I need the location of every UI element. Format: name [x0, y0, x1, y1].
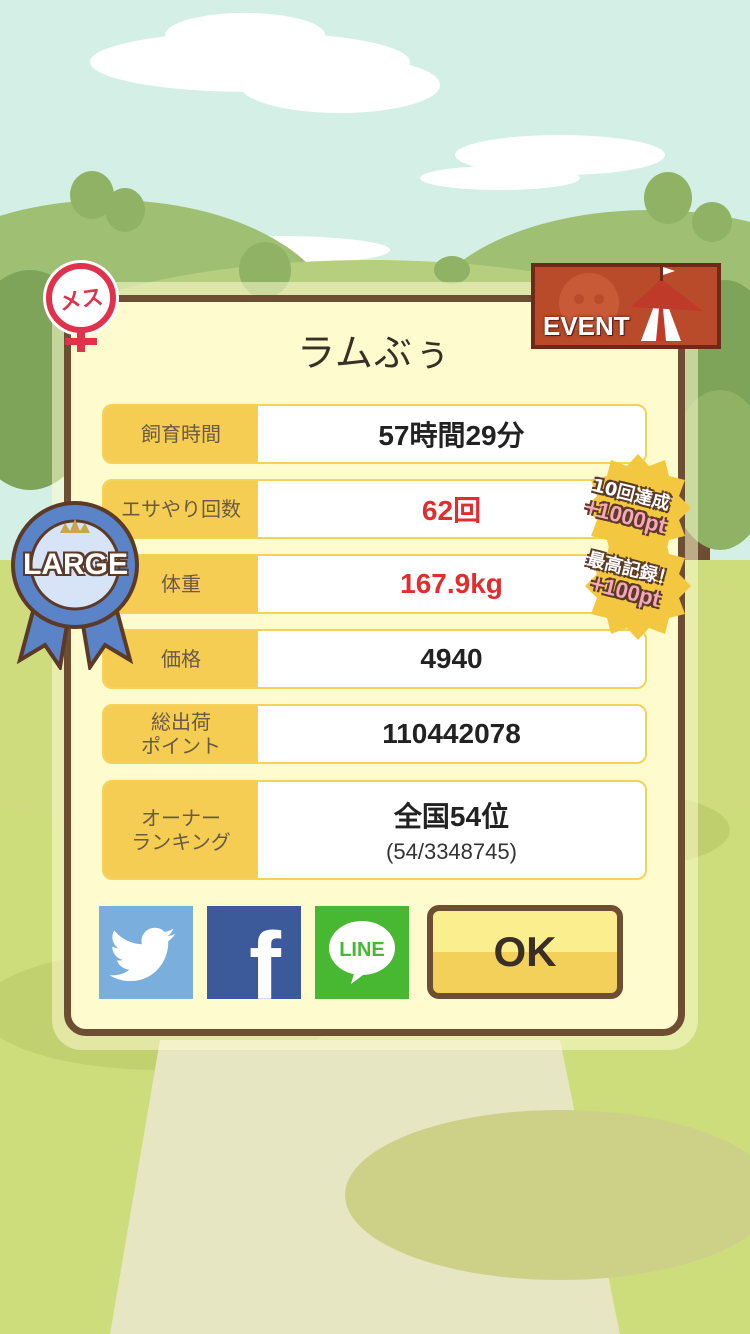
stat-label: 飼育時間	[104, 406, 258, 462]
stat-row-owner-ranking: オーナー ランキング 全国54位 (54/3348745)	[102, 780, 647, 880]
stat-row-total-shipping-points: 総出荷 ポイント 110442078	[102, 704, 647, 764]
ranking-value: 全国54位	[393, 801, 510, 832]
large-ribbon-icon	[11, 501, 139, 670]
stat-row-price: 価格 4940	[102, 629, 647, 689]
size-label: LARGE	[23, 548, 128, 581]
breeding-time-value: 57時間29分	[378, 420, 525, 451]
price-value: 4940	[420, 643, 483, 674]
facebook-share-button[interactable]: f	[207, 906, 301, 999]
line-share-button[interactable]: LINE	[315, 906, 409, 999]
shipping-points-value: 110442078	[382, 718, 521, 749]
stat-value: 全国54位 (54/3348745)	[258, 782, 645, 878]
twitter-share-button[interactable]	[99, 906, 193, 999]
event-label: EVENT	[543, 311, 630, 341]
ok-button[interactable]: OK	[427, 905, 623, 999]
ranking-detail: (54/3348745)	[386, 839, 517, 864]
stat-row-breeding-time: 飼育時間 57時間29分	[102, 404, 647, 464]
ok-label: OK	[493, 928, 557, 975]
stat-label: オーナー ランキング	[104, 782, 258, 878]
stat-value: 110442078	[258, 706, 645, 762]
feeding-count-value: 62回	[421, 495, 482, 526]
weight-value: 167.9kg	[400, 568, 503, 599]
line-label: LINE	[339, 939, 385, 961]
facebook-f-icon: f	[249, 913, 282, 999]
stat-label: 総出荷 ポイント	[104, 706, 258, 762]
